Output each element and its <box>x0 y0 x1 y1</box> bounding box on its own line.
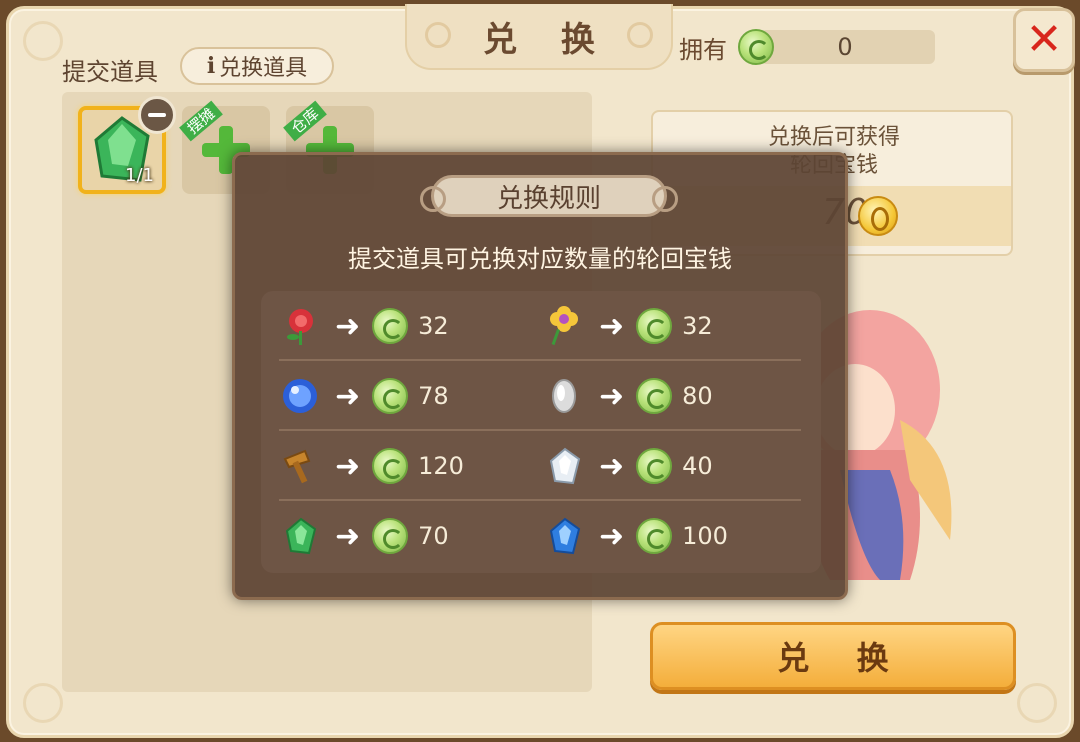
exchange-button[interactable]: 兑 换 <box>650 622 1016 690</box>
arrow-icon: ➜ <box>335 308 361 344</box>
coin-value: 32 <box>682 312 713 340</box>
coin-value: 40 <box>682 452 713 480</box>
white-crystal-icon <box>549 447 581 485</box>
corner-ornament <box>23 21 63 61</box>
rule-row: ➜ 70 ➜ 100 <box>279 501 801 571</box>
rule-entry: ➜ 40 <box>543 431 713 501</box>
arrow-icon: ➜ <box>599 518 625 554</box>
info-icon: i <box>206 53 216 79</box>
close-button[interactable]: ✕ <box>1013 8 1075 72</box>
blue-orb-icon <box>283 379 317 413</box>
swirl-ornament <box>425 22 451 48</box>
coin-value: 32 <box>418 312 449 340</box>
owned-label: 拥有 <box>679 36 727 64</box>
rule-row: ➜ 120 ➜ 40 <box>279 431 801 501</box>
item-slot-selected[interactable]: 1/1 <box>78 96 176 194</box>
arrow-icon: ➜ <box>599 308 625 344</box>
jade-coin-icon <box>372 518 409 554</box>
rule-entry: ➜ 80 <box>543 361 713 431</box>
rule-row: ➜ 32 ➜ 32 <box>279 291 801 361</box>
red-rose-icon <box>287 309 313 345</box>
silver-leaf-icon <box>552 379 576 413</box>
corner-ornament <box>23 683 63 723</box>
exchange-rules-popup: 兑换规则 提交道具可兑换对应数量的轮回宝钱 ➜ 32 ➜ 32 ➜ 78 ➜ 8… <box>232 152 848 600</box>
corner-ornament <box>1017 683 1057 723</box>
coin-value: 70 <box>418 522 449 550</box>
exchange-items-info-button[interactable]: i 兑换道具 <box>180 47 334 85</box>
jade-coin-icon <box>636 448 673 484</box>
arrow-icon: ➜ <box>599 378 625 414</box>
rule-entry: ➜ 120 <box>279 431 464 501</box>
rule-row: ➜ 78 ➜ 80 <box>279 361 801 431</box>
jade-coin-icon <box>738 29 774 65</box>
close-icon: ✕ <box>1025 14 1063 65</box>
blue-crystal-icon <box>549 517 581 555</box>
title-tab: 兑 换 <box>405 4 673 70</box>
gold-coin-icon <box>858 196 898 236</box>
green-crystal-icon <box>285 517 317 555</box>
popup-title: 兑换规则 <box>420 175 678 217</box>
jade-coin-icon <box>636 518 673 554</box>
jade-coin-icon <box>372 308 409 344</box>
page-title: 兑 换 <box>483 19 611 60</box>
submit-items-label: 提交道具 <box>62 58 158 86</box>
jade-coin-icon <box>372 448 409 484</box>
rule-entry: ➜ 32 <box>543 291 713 361</box>
arrow-icon: ➜ <box>335 378 361 414</box>
jade-coin-icon <box>636 308 673 344</box>
jade-coin-icon <box>636 378 673 414</box>
bronze-hammer-icon <box>283 449 311 484</box>
rule-entry: ➜ 78 <box>279 361 449 431</box>
coin-value: 80 <box>682 382 713 410</box>
owned-value: 0 <box>837 33 853 61</box>
item-quantity: 1/1 <box>125 165 154 186</box>
yellow-flower-icon <box>550 306 578 346</box>
rule-entry: ➜ 100 <box>543 501 728 571</box>
arrow-icon: ➜ <box>335 518 361 554</box>
coin-value: 78 <box>418 382 449 410</box>
remove-item-button[interactable] <box>138 96 176 134</box>
arrow-icon: ➜ <box>335 448 361 484</box>
jade-coin-icon <box>372 378 409 414</box>
swirl-ornament <box>627 22 653 48</box>
coin-value: 100 <box>682 522 728 550</box>
coin-value: 120 <box>418 452 464 480</box>
info-button-label: 兑换道具 <box>219 56 308 81</box>
popup-description: 提交道具可兑换对应数量的轮回宝钱 <box>348 245 732 273</box>
arrow-icon: ➜ <box>599 448 625 484</box>
rule-entry: ➜ 32 <box>279 291 449 361</box>
rule-entry: ➜ 70 <box>279 501 449 571</box>
rules-table: ➜ 32 ➜ 32 ➜ 78 ➜ 80 ➜ 120 ➜ 40 ➜ 70 ➜ 10… <box>261 291 821 573</box>
